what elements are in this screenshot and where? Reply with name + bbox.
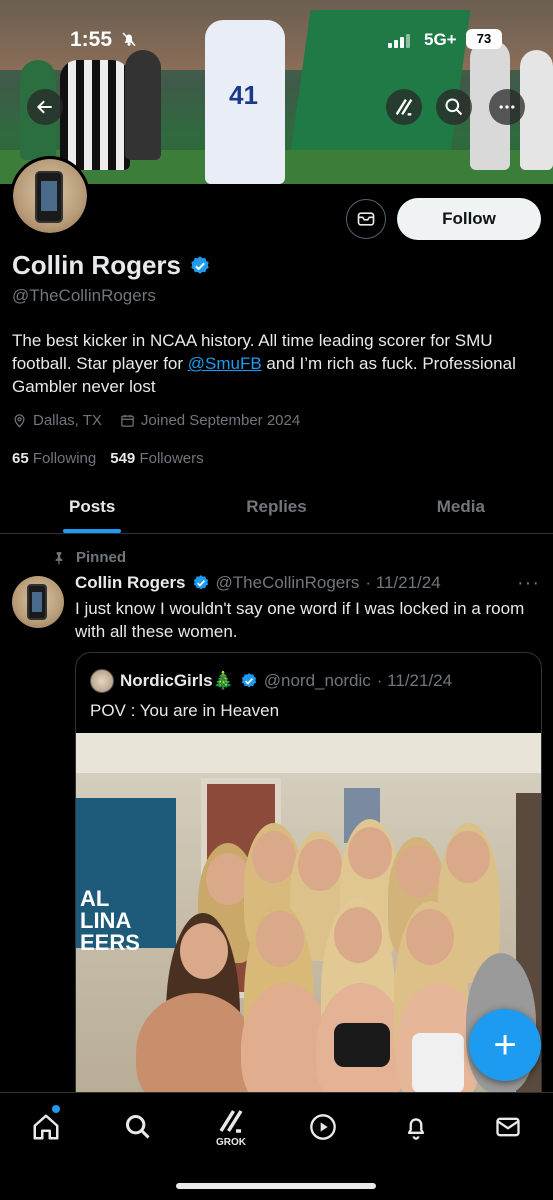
profile-tabs: Posts Replies Media bbox=[0, 480, 553, 534]
grok-icon bbox=[395, 99, 413, 116]
quoted-author-name: NordicGirls🎄 bbox=[120, 671, 234, 690]
followers-link[interactable]: 549 Followers bbox=[110, 450, 203, 467]
grok-button[interactable] bbox=[386, 89, 422, 125]
status-time: 1:55 bbox=[70, 28, 113, 51]
tab-replies[interactable]: Replies bbox=[184, 480, 368, 533]
following-count: 65 bbox=[12, 450, 29, 467]
bio-mention-link[interactable]: @SmuFB bbox=[188, 354, 262, 373]
nav-grok-label: GROK bbox=[216, 1137, 246, 1148]
nav-search[interactable] bbox=[118, 1107, 158, 1147]
nav-messages[interactable] bbox=[488, 1107, 528, 1147]
image-flag: AL LINA EERS bbox=[76, 798, 176, 954]
search-button[interactable] bbox=[436, 89, 472, 125]
battery-indicator: 73 bbox=[466, 29, 502, 49]
nav-video[interactable] bbox=[303, 1107, 343, 1147]
image-person-face bbox=[298, 839, 342, 891]
post-header: Collin Rogers @TheCollinRogers · 11/21/2… bbox=[75, 573, 441, 593]
pinned-label: Pinned bbox=[76, 549, 127, 566]
arrow-left-icon bbox=[36, 100, 52, 114]
avatar-photo bbox=[13, 159, 87, 233]
verified-badge-icon[interactable] bbox=[189, 255, 211, 277]
image-person-face bbox=[256, 911, 304, 967]
profile-name: Collin Rogers bbox=[12, 250, 182, 280]
quoted-post-text: POV : You are in Heaven bbox=[90, 701, 280, 720]
profile-meta: Dallas, TX Joined September 2024 bbox=[12, 412, 300, 429]
image-person-face bbox=[348, 827, 392, 879]
profile-joined: Joined September 2024 bbox=[120, 412, 300, 429]
avatar-phone bbox=[35, 171, 63, 223]
plus-icon: + bbox=[493, 1022, 517, 1067]
followers-count: 549 bbox=[110, 450, 136, 467]
search-icon bbox=[125, 1114, 150, 1139]
nav-grok[interactable] bbox=[211, 1101, 251, 1141]
more-horizontal-icon bbox=[499, 105, 515, 109]
verified-badge-icon bbox=[241, 673, 256, 688]
pinned-indicator: Pinned bbox=[52, 549, 126, 566]
nav-notifications[interactable] bbox=[396, 1107, 436, 1147]
following-label: Following bbox=[32, 450, 97, 467]
more-button[interactable] bbox=[489, 89, 525, 125]
home-indicator bbox=[176, 1183, 376, 1189]
image-flag-text: AL LINA EERS bbox=[80, 886, 140, 955]
banner-referee bbox=[60, 60, 130, 170]
post-author-avatar[interactable] bbox=[12, 576, 64, 628]
nav-home[interactable] bbox=[26, 1107, 66, 1147]
image-clothing bbox=[412, 1033, 464, 1093]
profile-avatar[interactable] bbox=[10, 156, 90, 236]
banner-jersey-number: 41 bbox=[229, 80, 258, 110]
compose-button[interactable]: + bbox=[469, 1009, 541, 1081]
calendar-icon bbox=[121, 414, 134, 427]
followers-label: Followers bbox=[139, 450, 204, 467]
tab-posts[interactable]: Posts bbox=[0, 480, 184, 533]
follow-button[interactable]: Follow bbox=[397, 198, 541, 240]
bottom-nav: GROK bbox=[0, 1092, 553, 1200]
quoted-post-header: NordicGirls🎄 @nord_nordic · 11/21/24 bbox=[90, 669, 452, 693]
location-text: Dallas, TX bbox=[33, 412, 102, 429]
profile-screen: 41 1:55 5G+ 73 Follow Collin Rogers @The… bbox=[0, 0, 553, 1200]
image-person-face bbox=[180, 923, 228, 979]
notification-dot bbox=[52, 1105, 60, 1113]
bell-off-icon bbox=[120, 30, 138, 53]
image-person-face bbox=[396, 845, 440, 897]
profile-name-row: Collin Rogers bbox=[12, 250, 211, 281]
tab-media[interactable]: Media bbox=[369, 480, 553, 533]
verified-badge-icon bbox=[193, 575, 208, 590]
post-more-button[interactable]: ··· bbox=[517, 572, 540, 595]
quoted-post-date: · 11/21/24 bbox=[376, 671, 453, 690]
post-date[interactable]: · 11/21/24 bbox=[365, 573, 440, 593]
location-icon bbox=[14, 414, 25, 428]
messages-icon bbox=[496, 1117, 520, 1137]
grok-icon bbox=[219, 1110, 243, 1133]
mail-icon bbox=[357, 212, 375, 226]
video-icon bbox=[310, 1114, 336, 1140]
search-icon bbox=[445, 98, 463, 116]
home-icon bbox=[33, 1114, 59, 1140]
image-person-face bbox=[446, 831, 490, 883]
image-person-face bbox=[252, 831, 296, 883]
image-clothing bbox=[334, 1023, 390, 1067]
profile-handle: @TheCollinRogers bbox=[12, 286, 156, 305]
message-button[interactable] bbox=[346, 199, 386, 239]
profile-stats: 65 Following 549 Followers bbox=[12, 450, 204, 467]
following-link[interactable]: 65 Following bbox=[12, 450, 96, 467]
image-person-face bbox=[334, 907, 382, 963]
banner-figure bbox=[520, 50, 553, 170]
post-author-name[interactable]: Collin Rogers bbox=[75, 573, 186, 593]
status-bar: 1:55 5G+ 73 bbox=[0, 28, 553, 58]
post-author-handle[interactable]: @TheCollinRogers bbox=[216, 573, 360, 593]
banner-figure bbox=[125, 50, 161, 160]
notifications-icon bbox=[407, 1118, 425, 1140]
image-ceiling bbox=[76, 733, 541, 773]
pin-icon bbox=[55, 551, 63, 565]
quoted-author-handle: @nord_nordic bbox=[263, 671, 371, 690]
signal-icon bbox=[388, 34, 410, 48]
quoted-author-avatar bbox=[90, 669, 114, 693]
profile-bio: The best kicker in NCAA history. All tim… bbox=[12, 329, 547, 398]
image-person-face bbox=[406, 909, 454, 965]
post-text: I just know I wouldn't say one word if I… bbox=[75, 599, 525, 641]
network-type: 5G+ bbox=[424, 30, 457, 49]
profile-location: Dallas, TX bbox=[12, 412, 102, 429]
back-button[interactable] bbox=[27, 89, 63, 125]
joined-text: Joined September 2024 bbox=[140, 412, 301, 429]
